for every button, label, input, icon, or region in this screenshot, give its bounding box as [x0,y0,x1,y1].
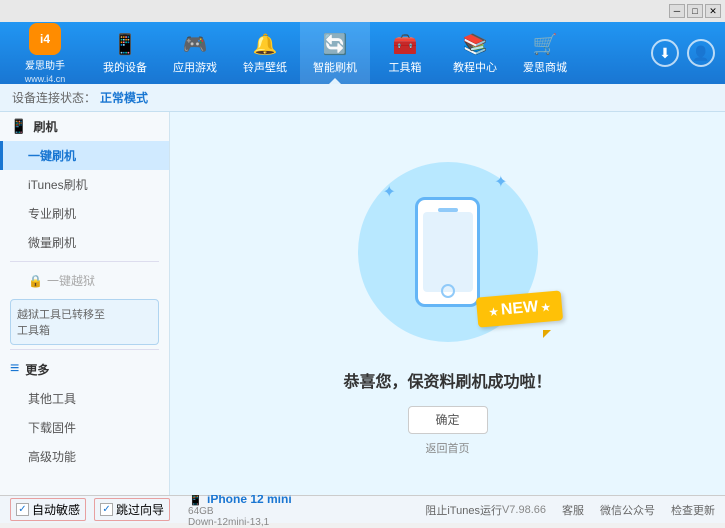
bottom-bar: ✓ 自动敏感 ✓ 跳过向导 📱 iPhone 12 mini 64GB Down… [0,495,725,523]
jailbreak-lock-icon: 🔒 [28,274,43,288]
auto-follow-check-icon: ✓ [16,503,29,516]
sidebar-item-one-click-flash[interactable]: 一键刷机 [0,141,169,170]
minimize-button[interactable]: ─ [669,4,685,18]
nav-item-toolbox[interactable]: 🧰 工具箱 [370,22,440,84]
shop-label: 爱思商城 [523,59,567,75]
confirm-button[interactable]: 确定 [408,406,488,434]
phone-home-btn [441,284,455,298]
apps-games-label: 应用游戏 [173,59,217,75]
status-value: 正常模式 [100,89,148,106]
flash-section-icon: 📱 [10,118,27,135]
phone-screen [423,212,473,292]
my-device-label: 我的设备 [103,59,147,75]
device-info: 📱 iPhone 12 mini 64GB Down-12mini-13,1 [178,492,407,528]
sidebar-section-jailbreak: 🔒 一键越狱 [0,266,169,295]
maximize-button[interactable]: □ [687,4,703,18]
main-content: ✦ ✦ ✦ NEW 恭喜您，保资料刷机成功啦！ 确定 返回首页 [170,112,725,495]
user-button[interactable]: 👤 [687,39,715,67]
jailbreak-info-text: 越狱工具已转移至工具箱 [17,309,105,337]
itunes-status-label: 阻止iTunes运行 [425,505,502,517]
close-button[interactable]: ✕ [705,4,721,18]
toolbox-label: 工具箱 [389,59,422,75]
auto-follow-checkbox[interactable]: ✓ 自动敏感 [10,498,86,521]
phone-speaker [438,208,458,212]
sidebar-item-save-flash[interactable]: 微量刷机 [0,228,169,257]
version-text: V7.98.66 [502,504,546,516]
sidebar-section-more: ≡ 更多 [0,354,169,384]
device-version: Down-12mini-13,1 [188,517,407,528]
success-message: 恭喜您，保资料刷机成功啦！ [343,368,551,392]
flash-section-label: 刷机 [33,118,57,135]
nav-items: 📱 我的设备 🎮 应用游戏 🔔 铃声壁纸 🔄 智能刷机 🧰 工具箱 📚 教程中心… [90,22,651,84]
nav-item-ringtone[interactable]: 🔔 铃声壁纸 [230,22,300,84]
check-update-link[interactable]: 检查更新 [671,502,715,518]
smart-flash-icon: 🔄 [323,32,348,57]
logo-icon: i4 [29,23,61,55]
app-logo: i4 爱思助手 www.i4.cn [0,23,90,84]
nav-bar: i4 爱思助手 www.i4.cn 📱 我的设备 🎮 应用游戏 🔔 铃声壁纸 🔄… [0,22,725,84]
device-storage: 64GB [188,506,407,517]
logo-url: www.i4.cn [25,74,66,84]
jailbreak-info-box: 越狱工具已转移至工具箱 [10,299,159,345]
sidebar-item-advanced[interactable]: 高级功能 [0,442,169,471]
status-label: 设备连接状态： [12,89,96,106]
apps-games-icon: 🎮 [183,32,208,57]
sparkle-2-icon: ✦ [494,172,507,192]
nav-item-smart-flash[interactable]: 🔄 智能刷机 [300,22,370,84]
bottom-right: V7.98.66 客服 微信公众号 检查更新 [502,502,715,518]
logo-text: 爱思助手 [25,57,65,72]
more-section-label: 更多 [25,361,49,378]
skip-wizard-label: 跳过向导 [116,501,164,518]
phone-illustration: ✦ ✦ ✦ NEW [348,152,548,352]
phone-body [415,197,480,307]
wechat-public-link[interactable]: 微信公众号 [600,502,655,518]
sidebar-item-download-firmware[interactable]: 下载固件 [0,413,169,442]
sidebar-divider-2 [10,349,159,350]
nav-item-shop[interactable]: 🛒 爱思商城 [510,22,580,84]
nav-right: ⬇ 👤 [651,39,725,67]
auto-follow-label: 自动敏感 [32,501,80,518]
nav-item-tutorial[interactable]: 📚 教程中心 [440,22,510,84]
main-layout: 📱 刷机 一键刷机 iTunes刷机 专业刷机 微量刷机 🔒 一键越狱 越狱工具… [0,112,725,495]
download-button[interactable]: ⬇ [651,39,679,67]
ringtone-label: 铃声壁纸 [243,59,287,75]
shop-icon: 🛒 [533,32,558,57]
sparkle-1-icon: ✦ [383,182,396,202]
jailbreak-label: 一键越狱 [47,272,95,289]
nav-item-my-device[interactable]: 📱 我的设备 [90,22,160,84]
nav-item-apps-games[interactable]: 🎮 应用游戏 [160,22,230,84]
sidebar-item-other-tools[interactable]: 其他工具 [0,384,169,413]
bottom-left: ✓ 自动敏感 ✓ 跳过向导 📱 iPhone 12 mini 64GB Down… [10,492,502,528]
new-badge-tail [543,330,551,338]
sidebar-item-itunes-flash[interactable]: iTunes刷机 [0,170,169,199]
status-bar: 设备连接状态： 正常模式 [0,84,725,112]
smart-flash-label: 智能刷机 [313,59,357,75]
ringtone-icon: 🔔 [253,32,278,57]
sidebar-section-flash: 📱 刷机 [0,112,169,141]
sidebar-item-pro-flash[interactable]: 专业刷机 [0,199,169,228]
sidebar: 📱 刷机 一键刷机 iTunes刷机 专业刷机 微量刷机 🔒 一键越狱 越狱工具… [0,112,170,495]
skip-wizard-check-icon: ✓ [100,503,113,516]
more-section-icon: ≡ [10,360,19,378]
toolbox-icon: 🧰 [393,32,418,57]
itunes-status[interactable]: 阻止iTunes运行 [425,502,502,518]
sidebar-divider-1 [10,261,159,262]
back-home-link[interactable]: 返回首页 [426,440,470,456]
tutorial-label: 教程中心 [453,59,497,75]
my-device-icon: 📱 [113,32,138,57]
title-bar: ─ □ ✕ [0,0,725,22]
customer-service-link[interactable]: 客服 [562,502,584,518]
skip-wizard-checkbox[interactable]: ✓ 跳过向导 [94,498,170,521]
tutorial-icon: 📚 [463,32,488,57]
